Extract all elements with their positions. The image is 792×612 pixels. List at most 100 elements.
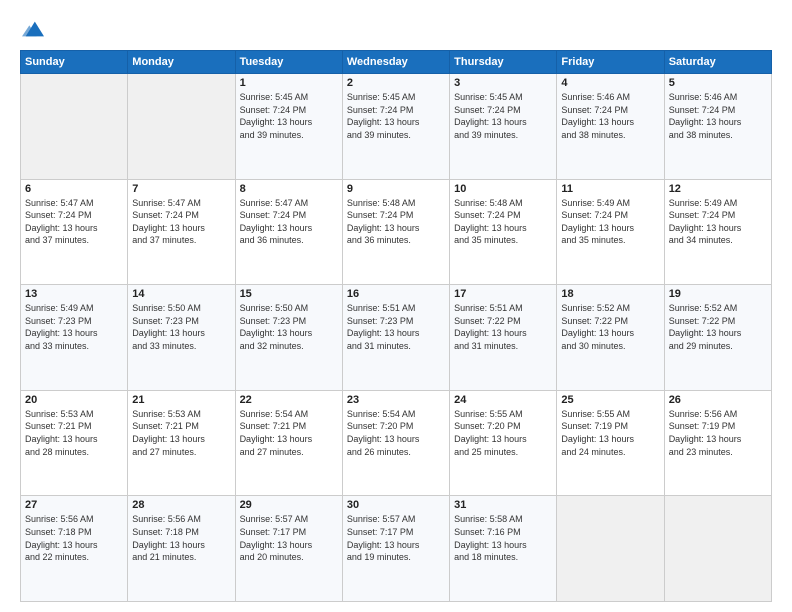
day-number: 7 bbox=[132, 183, 230, 195]
day-detail: Sunrise: 5:51 AMSunset: 7:23 PMDaylight:… bbox=[347, 302, 445, 352]
weekday-header-saturday: Saturday bbox=[664, 51, 771, 74]
day-number: 6 bbox=[25, 183, 123, 195]
calendar-cell: 21Sunrise: 5:53 AMSunset: 7:21 PMDayligh… bbox=[128, 390, 235, 496]
calendar-cell: 30Sunrise: 5:57 AMSunset: 7:17 PMDayligh… bbox=[342, 496, 449, 602]
day-number: 12 bbox=[669, 183, 767, 195]
daylight-text-2: and 27 minutes. bbox=[132, 446, 230, 459]
calendar-table: SundayMondayTuesdayWednesdayThursdayFrid… bbox=[20, 50, 772, 602]
calendar-cell: 25Sunrise: 5:55 AMSunset: 7:19 PMDayligh… bbox=[557, 390, 664, 496]
daylight-text-2: and 33 minutes. bbox=[132, 340, 230, 353]
day-number: 30 bbox=[347, 499, 445, 511]
sunrise-text: Sunrise: 5:51 AM bbox=[347, 302, 445, 315]
daylight-text: Daylight: 13 hours bbox=[347, 222, 445, 235]
daylight-text-2: and 36 minutes. bbox=[240, 234, 338, 247]
day-number: 25 bbox=[561, 394, 659, 406]
daylight-text-2: and 23 minutes. bbox=[669, 446, 767, 459]
calendar-cell: 19Sunrise: 5:52 AMSunset: 7:22 PMDayligh… bbox=[664, 285, 771, 391]
sunset-text: Sunset: 7:18 PM bbox=[25, 526, 123, 539]
sunrise-text: Sunrise: 5:53 AM bbox=[132, 408, 230, 421]
calendar-cell: 5Sunrise: 5:46 AMSunset: 7:24 PMDaylight… bbox=[664, 74, 771, 180]
sunrise-text: Sunrise: 5:50 AM bbox=[132, 302, 230, 315]
calendar-cell: 20Sunrise: 5:53 AMSunset: 7:21 PMDayligh… bbox=[21, 390, 128, 496]
week-row-4: 20Sunrise: 5:53 AMSunset: 7:21 PMDayligh… bbox=[21, 390, 772, 496]
sunrise-text: Sunrise: 5:57 AM bbox=[240, 513, 338, 526]
calendar-cell: 24Sunrise: 5:55 AMSunset: 7:20 PMDayligh… bbox=[450, 390, 557, 496]
daylight-text-2: and 36 minutes. bbox=[347, 234, 445, 247]
day-detail: Sunrise: 5:54 AMSunset: 7:20 PMDaylight:… bbox=[347, 408, 445, 458]
daylight-text-2: and 32 minutes. bbox=[240, 340, 338, 353]
day-number: 31 bbox=[454, 499, 552, 511]
sunset-text: Sunset: 7:17 PM bbox=[240, 526, 338, 539]
daylight-text-2: and 31 minutes. bbox=[347, 340, 445, 353]
sunset-text: Sunset: 7:24 PM bbox=[347, 209, 445, 222]
calendar-cell: 4Sunrise: 5:46 AMSunset: 7:24 PMDaylight… bbox=[557, 74, 664, 180]
sunrise-text: Sunrise: 5:46 AM bbox=[669, 91, 767, 104]
daylight-text-2: and 37 minutes. bbox=[25, 234, 123, 247]
calendar-cell: 8Sunrise: 5:47 AMSunset: 7:24 PMDaylight… bbox=[235, 179, 342, 285]
daylight-text: Daylight: 13 hours bbox=[240, 433, 338, 446]
day-number: 29 bbox=[240, 499, 338, 511]
sunrise-text: Sunrise: 5:47 AM bbox=[25, 197, 123, 210]
sunrise-text: Sunrise: 5:58 AM bbox=[454, 513, 552, 526]
day-number: 16 bbox=[347, 288, 445, 300]
daylight-text: Daylight: 13 hours bbox=[561, 222, 659, 235]
daylight-text-2: and 38 minutes. bbox=[669, 129, 767, 142]
day-detail: Sunrise: 5:47 AMSunset: 7:24 PMDaylight:… bbox=[240, 197, 338, 247]
sunset-text: Sunset: 7:24 PM bbox=[240, 104, 338, 117]
sunrise-text: Sunrise: 5:48 AM bbox=[454, 197, 552, 210]
sunset-text: Sunset: 7:23 PM bbox=[132, 315, 230, 328]
daylight-text-2: and 19 minutes. bbox=[347, 551, 445, 564]
daylight-text-2: and 35 minutes. bbox=[561, 234, 659, 247]
sunset-text: Sunset: 7:16 PM bbox=[454, 526, 552, 539]
day-detail: Sunrise: 5:49 AMSunset: 7:24 PMDaylight:… bbox=[561, 197, 659, 247]
sunset-text: Sunset: 7:24 PM bbox=[669, 209, 767, 222]
daylight-text: Daylight: 13 hours bbox=[25, 539, 123, 552]
calendar-cell: 14Sunrise: 5:50 AMSunset: 7:23 PMDayligh… bbox=[128, 285, 235, 391]
calendar-cell: 16 Sunrise: 5:51 AMSunset: 7:23 PMDayligh… bbox=[342, 285, 449, 391]
sunset-text: Sunset: 7:19 PM bbox=[561, 420, 659, 433]
logo bbox=[20, 18, 44, 38]
day-detail: Sunrise: 5:45 AMSunset: 7:24 PMDaylight:… bbox=[347, 91, 445, 141]
day-detail: Sunrise: 5:50 AMSunset: 7:23 PMDaylight:… bbox=[240, 302, 338, 352]
sunset-text: Sunset: 7:22 PM bbox=[454, 315, 552, 328]
day-detail: Sunrise: 5:49 AMSunset: 7:24 PMDaylight:… bbox=[669, 197, 767, 247]
day-detail: Sunrise: 5:51 AMSunset: 7:22 PMDaylight:… bbox=[454, 302, 552, 352]
sunrise-text: Sunrise: 5:49 AM bbox=[561, 197, 659, 210]
sunset-text: Sunset: 7:21 PM bbox=[132, 420, 230, 433]
day-number: 18 bbox=[561, 288, 659, 300]
day-detail: Sunrise: 5:56 AMSunset: 7:19 PMDaylight:… bbox=[669, 408, 767, 458]
weekday-header-monday: Monday bbox=[128, 51, 235, 74]
day-number: 13 bbox=[25, 288, 123, 300]
day-detail: Sunrise: 5:54 AMSunset: 7:21 PMDaylight:… bbox=[240, 408, 338, 458]
sunset-text: Sunset: 7:24 PM bbox=[454, 104, 552, 117]
daylight-text: Daylight: 13 hours bbox=[669, 116, 767, 129]
sunrise-text: Sunrise: 5:51 AM bbox=[454, 302, 552, 315]
sunset-text: Sunset: 7:22 PM bbox=[561, 315, 659, 328]
weekday-header-sunday: Sunday bbox=[21, 51, 128, 74]
day-number: 24 bbox=[454, 394, 552, 406]
sunset-text: Sunset: 7:23 PM bbox=[25, 315, 123, 328]
day-number: 21 bbox=[132, 394, 230, 406]
daylight-text: Daylight: 13 hours bbox=[347, 539, 445, 552]
weekday-header-wednesday: Wednesday bbox=[342, 51, 449, 74]
daylight-text: Daylight: 13 hours bbox=[240, 116, 338, 129]
calendar-cell: 7Sunrise: 5:47 AMSunset: 7:24 PMDaylight… bbox=[128, 179, 235, 285]
sunset-text: Sunset: 7:24 PM bbox=[347, 104, 445, 117]
sunset-text: Sunset: 7:22 PM bbox=[669, 315, 767, 328]
daylight-text-2: and 30 minutes. bbox=[561, 340, 659, 353]
logo-icon bbox=[22, 18, 44, 40]
calendar-cell: 18Sunrise: 5:52 AMSunset: 7:22 PMDayligh… bbox=[557, 285, 664, 391]
day-detail: Sunrise: 5:48 AMSunset: 7:24 PMDaylight:… bbox=[347, 197, 445, 247]
sunset-text: Sunset: 7:20 PM bbox=[454, 420, 552, 433]
daylight-text-2: and 39 minutes. bbox=[454, 129, 552, 142]
daylight-text: Daylight: 13 hours bbox=[132, 327, 230, 340]
day-number: 10 bbox=[454, 183, 552, 195]
sunrise-text: Sunrise: 5:54 AM bbox=[240, 408, 338, 421]
sunrise-text: Sunrise: 5:48 AM bbox=[347, 197, 445, 210]
sunset-text: Sunset: 7:20 PM bbox=[347, 420, 445, 433]
daylight-text: Daylight: 13 hours bbox=[132, 222, 230, 235]
daylight-text: Daylight: 13 hours bbox=[454, 327, 552, 340]
sunrise-text: Sunrise: 5:49 AM bbox=[669, 197, 767, 210]
sunrise-text: Sunrise: 5:52 AM bbox=[561, 302, 659, 315]
sunrise-text: Sunrise: 5:47 AM bbox=[240, 197, 338, 210]
